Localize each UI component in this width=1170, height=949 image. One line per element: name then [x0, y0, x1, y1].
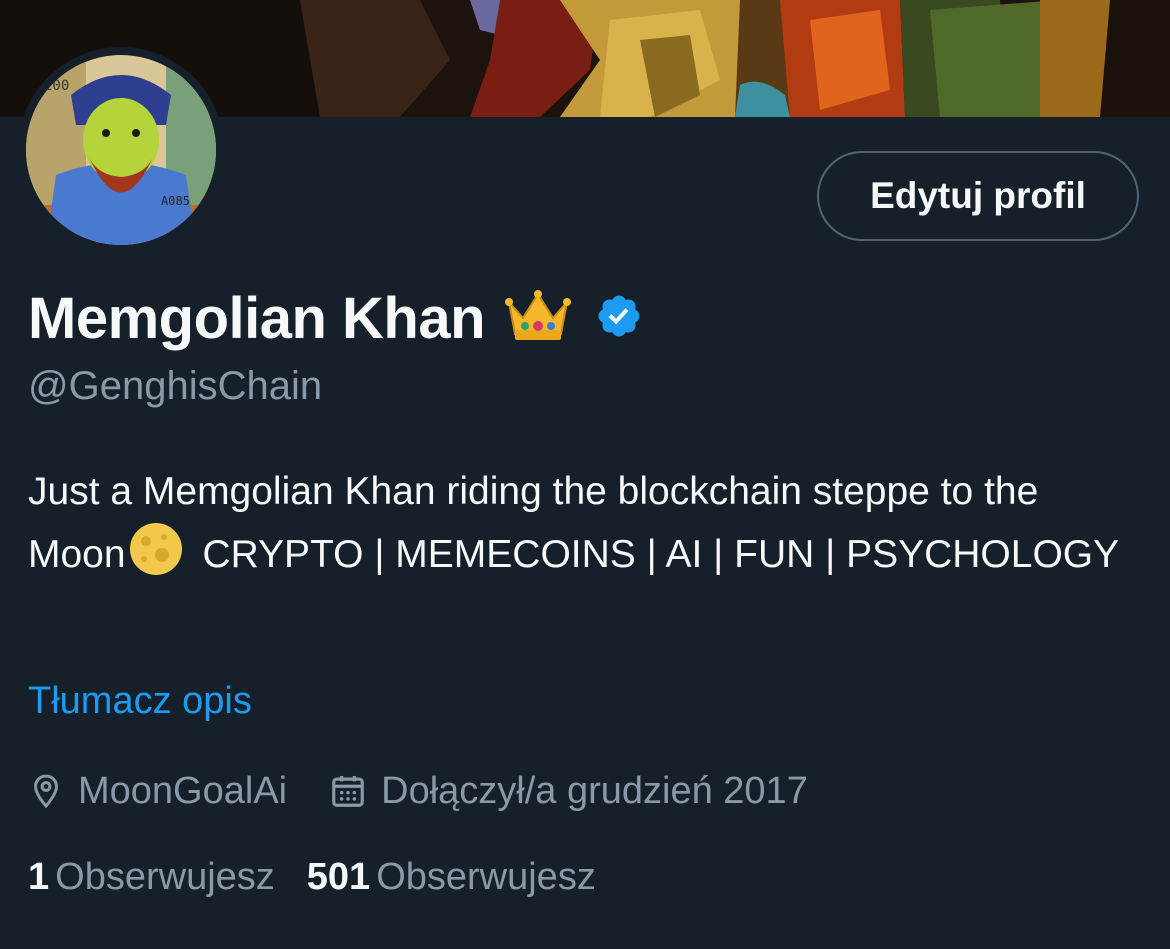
verified-badge-icon[interactable]	[595, 292, 643, 345]
full-moon-icon	[128, 521, 184, 594]
location-text: MoonGoalAi	[78, 769, 288, 812]
profile-bio: Just a Memgolian Khan riding the blockch…	[28, 463, 1138, 594]
crown-icon	[505, 288, 572, 349]
profile-meta-row: MoonGoalAi Dołączył/a grudzień 2017	[28, 765, 808, 817]
profile-handle: @GenghisChain	[28, 364, 323, 408]
calendar-icon	[332, 775, 364, 807]
avatar-image: A085 200	[26, 55, 216, 245]
location-pin-icon	[33, 774, 59, 809]
profile-avatar[interactable]: A085 200	[18, 47, 224, 253]
svg-text:A085: A085	[161, 194, 190, 208]
followers-label: Obserwujesz	[376, 855, 596, 898]
joined-text: Dołączył/a grudzień 2017	[381, 769, 808, 812]
followers-count-link[interactable]: 501 Obserwujesz	[307, 856, 596, 899]
follow-stats-row: 1 Obserwujesz 501 Obserwujesz	[28, 852, 596, 902]
display-name: Memgolian Khan	[28, 285, 486, 351]
joined-item: Dołączył/a grudzień 2017	[329, 770, 808, 813]
following-label: Obserwujesz	[55, 855, 275, 898]
followers-count: 501	[306, 855, 371, 898]
profile-page: A085 200 Edytuj profil Memgolian Khan @G…	[0, 0, 1170, 949]
display-name-row: Memgolian Khan	[28, 280, 643, 356]
translate-bio-link[interactable]: Tłumacz opis	[28, 680, 252, 723]
following-count-link[interactable]: 1 Obserwujesz	[28, 856, 275, 899]
edit-profile-button[interactable]: Edytuj profil	[817, 151, 1139, 241]
location-item: MoonGoalAi	[28, 770, 287, 813]
svg-text:200: 200	[44, 78, 69, 94]
bio-text-part2: CRYPTO | MEMECOINS | AI | FUN | PSYCHOLO…	[191, 533, 1120, 576]
following-count: 1	[28, 855, 50, 898]
